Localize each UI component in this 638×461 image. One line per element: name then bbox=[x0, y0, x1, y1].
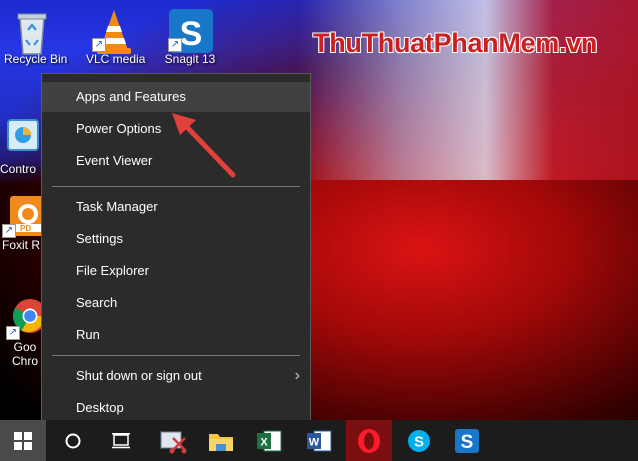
shortcut-arrow-icon: ↗ bbox=[2, 224, 16, 238]
desktop-icon-snagit[interactable]: S ↗ Snagit 13 bbox=[162, 8, 218, 66]
skype-letter: S bbox=[414, 433, 424, 450]
menu-separator bbox=[52, 186, 300, 187]
chevron-right-icon: › bbox=[294, 367, 300, 384]
taskbar-app-file-explorer[interactable] bbox=[198, 420, 244, 461]
desktop-icon-recycle-bin[interactable]: Recycle Bin bbox=[4, 8, 67, 66]
svg-text:PD: PD bbox=[20, 224, 31, 233]
menu-item-run[interactable]: Run bbox=[42, 320, 310, 350]
menu-item-file-explorer[interactable]: File Explorer bbox=[42, 256, 310, 286]
vlc-icon: ↗ bbox=[92, 8, 136, 54]
desktop-icon-label: Foxit R bbox=[2, 238, 41, 252]
menu-item-apps-and-features[interactable]: Apps and Features bbox=[42, 82, 310, 112]
desktop-icon-label: Goo bbox=[13, 340, 37, 354]
menu-item-event-viewer[interactable]: Event Viewer bbox=[42, 146, 310, 176]
shortcut-arrow-icon: ↗ bbox=[92, 38, 106, 52]
menu-item-task-manager[interactable]: Task Manager bbox=[42, 192, 310, 222]
windows-logo-icon bbox=[14, 431, 32, 450]
power-user-menu: Apps and Features Power Options Event Vi… bbox=[41, 73, 311, 423]
excel-letter: X bbox=[260, 436, 268, 448]
taskbar-app-snagit[interactable]: S bbox=[444, 420, 490, 461]
task-view-icon bbox=[112, 432, 130, 448]
control-panel-icon bbox=[0, 118, 44, 162]
opera-icon bbox=[358, 428, 380, 453]
taskbar: X W S S bbox=[0, 420, 638, 461]
menu-item-search[interactable]: Search bbox=[42, 288, 310, 318]
excel-icon: X bbox=[257, 430, 282, 451]
shortcut-arrow-icon: ↗ bbox=[6, 326, 20, 340]
snagit-letter: S bbox=[461, 432, 474, 453]
snipping-tool-icon bbox=[160, 431, 187, 453]
desktop-icon-label: Chro bbox=[11, 354, 38, 368]
cortana-button[interactable] bbox=[50, 420, 96, 461]
desktop-icon-label: Contro bbox=[0, 162, 37, 176]
recycle-bin-icon bbox=[10, 8, 54, 55]
watermark: ThuThuatPhanMem.vn bbox=[313, 28, 598, 58]
taskbar-app-excel[interactable]: X bbox=[246, 420, 292, 461]
menu-separator bbox=[52, 355, 300, 356]
taskbar-app-opera[interactable] bbox=[346, 420, 392, 461]
cortana-icon bbox=[65, 433, 81, 448]
taskbar-app-word[interactable]: W bbox=[296, 420, 342, 461]
taskbar-app-snipping[interactable] bbox=[150, 420, 196, 461]
desktop-icon-control-panel[interactable]: Contro bbox=[0, 118, 44, 176]
snagit-icon: S ↗ bbox=[168, 8, 213, 53]
menu-item-label: Shut down or sign out bbox=[76, 368, 202, 383]
start-button[interactable] bbox=[0, 420, 46, 461]
foxit-reader-icon: PD ↗ bbox=[2, 194, 46, 238]
snagit-icon: S bbox=[455, 428, 479, 453]
desktop-icon-chrome[interactable]: ↗ Goo Chro bbox=[6, 296, 47, 368]
word-icon: W bbox=[307, 430, 332, 451]
desktop-icon-foxit[interactable]: PD ↗ Foxit R bbox=[2, 194, 44, 252]
skype-icon: S bbox=[408, 429, 430, 452]
menu-item-desktop[interactable]: Desktop bbox=[42, 393, 310, 423]
svg-text:S: S bbox=[180, 15, 203, 53]
menu-item-power-options[interactable]: Power Options bbox=[42, 114, 310, 144]
word-letter: W bbox=[309, 436, 320, 448]
shortcut-arrow-icon: ↗ bbox=[168, 38, 182, 52]
menu-item-settings[interactable]: Settings bbox=[42, 224, 310, 254]
desktop-icon-vlc[interactable]: ↗ VLC media bbox=[86, 8, 145, 66]
wallpaper-flag bbox=[300, 0, 638, 180]
file-explorer-icon bbox=[209, 433, 233, 451]
taskbar-app-skype[interactable]: S bbox=[396, 420, 442, 461]
menu-item-shut-down[interactable]: Shut down or sign out › bbox=[42, 361, 310, 391]
task-view-button[interactable] bbox=[98, 420, 144, 461]
